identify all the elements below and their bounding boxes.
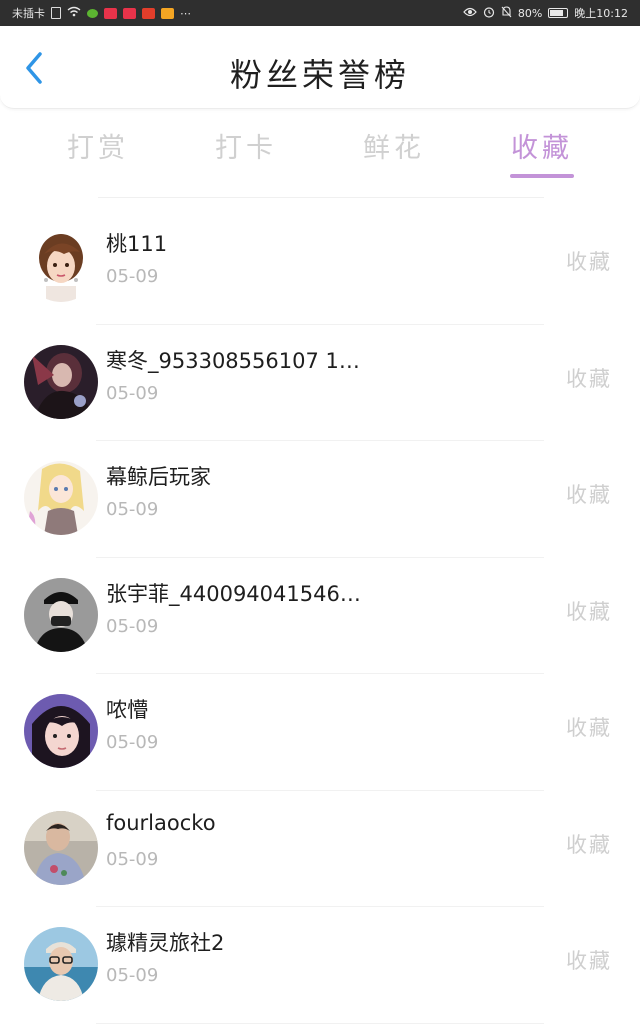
tab-bar: 打赏 打卡 鲜花 收藏 [24, 118, 616, 182]
header: 粉丝荣誉榜 [0, 26, 640, 109]
fan-date: 05-09 [106, 499, 159, 520]
tab-label: 打卡 [215, 133, 277, 164]
avatar[interactable] [24, 810, 98, 885]
battery-fill [550, 10, 564, 16]
status-left: 未插卡 ⋯ [12, 5, 191, 21]
tab-label: 打赏 [67, 133, 129, 164]
battery-icon [548, 8, 569, 18]
carrier-label: 未插卡 [12, 7, 45, 20]
fan-action-label: 收藏 [566, 250, 612, 274]
wechat-icon [87, 8, 98, 18]
tab-favorites[interactable]: 收藏 [468, 118, 616, 182]
fan-date: 05-09 [106, 848, 159, 870]
app-icon-red-1 [104, 7, 117, 19]
fan-name[interactable]: 张宇菲_4400940415462… [106, 578, 366, 608]
tab-reward[interactable]: 打赏 [24, 118, 172, 182]
fan-name[interactable]: 哝懵 [106, 694, 148, 724]
app-icon-red-2 [123, 7, 136, 19]
fan-date: 05-09 [106, 965, 159, 986]
list-item[interactable]: 幕鲸后玩家 05-09 收藏 [24, 441, 610, 558]
fan-action-label: 收藏 [566, 366, 612, 391]
list-item[interactable]: 璩精灵旅社2 05-09 收藏 [24, 907, 610, 1024]
list-item[interactable]: fourlaocko 05-09 收藏 [24, 791, 610, 907]
tabs-divider [98, 197, 544, 198]
clock: 晚上10:12 [574, 7, 628, 20]
fan-date: 05-09 [106, 382, 159, 404]
avatar[interactable] [24, 344, 98, 419]
avatar[interactable] [24, 577, 98, 652]
fan-name[interactable]: 璩精灵旅社2 [106, 927, 224, 957]
eye-icon [463, 7, 477, 20]
app-icon-red-3 [142, 7, 155, 19]
avatar[interactable] [24, 694, 98, 768]
avatar[interactable] [24, 461, 98, 535]
tab-flowers[interactable]: 鲜花 [320, 118, 468, 182]
fan-name[interactable]: 幕鲸后玩家 [106, 461, 211, 491]
list-item[interactable]: 哝懵 05-09 收藏 [24, 674, 610, 791]
tab-checkin[interactable]: 打卡 [172, 118, 320, 182]
list-item[interactable]: 寒冬_953308556107 16362 05-09 收藏 [24, 325, 610, 441]
fan-date: 05-09 [106, 732, 159, 753]
fan-name[interactable]: fourlaocko [106, 811, 216, 835]
fan-action-label: 收藏 [566, 599, 612, 624]
alarm-icon [483, 6, 495, 21]
page-title: 粉丝荣誉榜 [229, 56, 410, 94]
sim-icon [51, 7, 61, 19]
tab-label: 鲜花 [363, 133, 425, 164]
mute-icon [501, 5, 512, 21]
fan-action-label: 收藏 [566, 832, 612, 857]
fan-date: 05-09 [106, 615, 159, 637]
more-icon: ⋯ [180, 6, 191, 20]
fan-list: 桃111 05-09 收藏 寒冬_953308556107 16362 05-0… [0, 208, 640, 1024]
fan-action-label: 收藏 [566, 483, 612, 507]
status-right: 80% 晚上10:12 [463, 5, 628, 21]
list-item[interactable]: 张宇菲_4400940415462… 05-09 收藏 [24, 558, 610, 674]
fan-date: 05-09 [106, 266, 159, 287]
fan-name[interactable]: 桃111 [106, 228, 167, 258]
avatar[interactable] [24, 228, 98, 302]
tab-label: 收藏 [511, 133, 573, 164]
active-tab-indicator [510, 174, 574, 178]
list-item[interactable]: 桃111 05-09 收藏 [24, 208, 610, 325]
battery-percent: 80% [517, 6, 543, 20]
fan-name[interactable]: 寒冬_953308556107 16362 [106, 345, 366, 375]
weibo-icon [161, 7, 174, 19]
fan-action-label: 收藏 [566, 716, 612, 740]
status-bar: 未插卡 ⋯ 80% 晚上10:12 [0, 0, 640, 26]
avatar[interactable] [24, 927, 98, 1001]
fan-action-label: 收藏 [566, 949, 612, 973]
wifi-icon [67, 6, 81, 20]
